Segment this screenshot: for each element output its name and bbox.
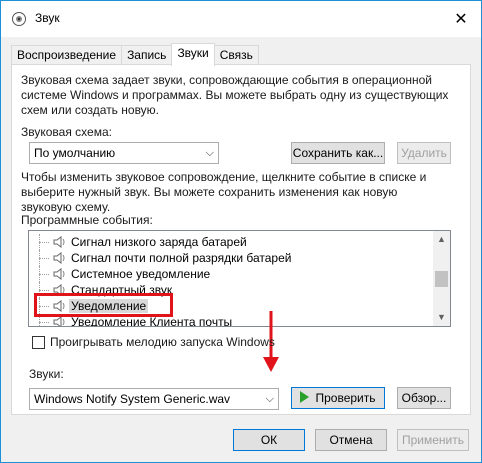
tab-sounds[interactable]: Звуки xyxy=(171,43,215,66)
tab-playback[interactable]: Воспроизведение xyxy=(11,45,123,66)
apply-button[interactable]: Применить xyxy=(397,429,469,451)
window-title: Звук xyxy=(35,11,60,25)
chevron-down-icon: ⌵ xyxy=(265,393,274,405)
title-bar: Звук ✕ xyxy=(1,1,481,37)
vertical-scrollbar[interactable]: ▲ ▼ xyxy=(433,231,450,326)
save-as-button[interactable]: Сохранить как... xyxy=(291,142,385,164)
tree-branch xyxy=(39,258,49,259)
cancel-button[interactable]: Отмена xyxy=(315,429,387,451)
tree-branch xyxy=(39,242,49,243)
tree-branch xyxy=(39,274,49,275)
sound-dialog: Звук ✕ Воспроизведение Запись Звуки Связ… xyxy=(0,0,482,463)
sounds-label: Звуки: xyxy=(29,367,64,381)
sound-file-value: Windows Notify System Generic.wav xyxy=(34,392,231,406)
speaker-icon xyxy=(53,236,65,248)
test-button[interactable]: Проверить xyxy=(291,387,385,409)
events-label: Программные события: xyxy=(21,213,153,227)
scheme-description: Звуковая схема задает звуки, сопровождаю… xyxy=(21,73,449,117)
speaker-icon xyxy=(12,12,26,26)
test-button-label: Проверить xyxy=(315,391,376,405)
scheme-label: Звуковая схема: xyxy=(21,125,112,139)
chevron-down-icon: ⌵ xyxy=(205,147,214,159)
scheme-select[interactable]: По умолчанию ⌵ xyxy=(29,142,219,164)
scroll-down-arrow-icon[interactable]: ▼ xyxy=(433,309,450,326)
delete-button[interactable]: Удалить xyxy=(397,142,451,164)
tab-communications[interactable]: Связь xyxy=(213,45,259,66)
list-item[interactable]: Сигнал почти полной разрядки батарей xyxy=(29,250,434,266)
list-item[interactable]: Системное уведомление xyxy=(29,266,434,282)
scheme-select-value: По умолчанию xyxy=(34,146,116,160)
close-button[interactable]: ✕ xyxy=(447,7,475,31)
instructions-text: Чтобы изменить звуковое сопровождение, щ… xyxy=(21,170,427,214)
scroll-thumb[interactable] xyxy=(435,271,448,287)
startup-sound-checkbox[interactable] xyxy=(32,336,45,349)
browse-button[interactable]: Обзор... xyxy=(397,387,451,409)
scroll-up-arrow-icon[interactable]: ▲ xyxy=(433,231,450,248)
tree-branch xyxy=(39,322,49,323)
speaker-icon xyxy=(53,268,65,280)
speaker-icon xyxy=(53,252,65,264)
highlight-box xyxy=(34,293,173,317)
event-label: Сигнал почти полной разрядки батарей xyxy=(71,251,292,265)
sound-file-select[interactable]: Windows Notify System Generic.wav ⌵ xyxy=(29,388,279,410)
close-icon: ✕ xyxy=(454,11,468,28)
event-label: Сигнал низкого заряда батарей xyxy=(71,235,247,249)
ok-button[interactable]: ОК xyxy=(233,429,305,451)
event-label: Системное уведомление xyxy=(71,267,211,281)
list-item[interactable]: Сигнал низкого заряда батарей xyxy=(29,234,434,250)
play-icon xyxy=(300,391,310,403)
speaker-icon xyxy=(53,316,65,326)
tab-strip: Воспроизведение Запись Звуки Связь xyxy=(11,43,259,66)
startup-sound-label[interactable]: Проигрывать мелодию запуска Windows xyxy=(50,335,275,349)
tree-branch xyxy=(39,290,49,291)
tab-recording[interactable]: Запись xyxy=(121,45,173,66)
